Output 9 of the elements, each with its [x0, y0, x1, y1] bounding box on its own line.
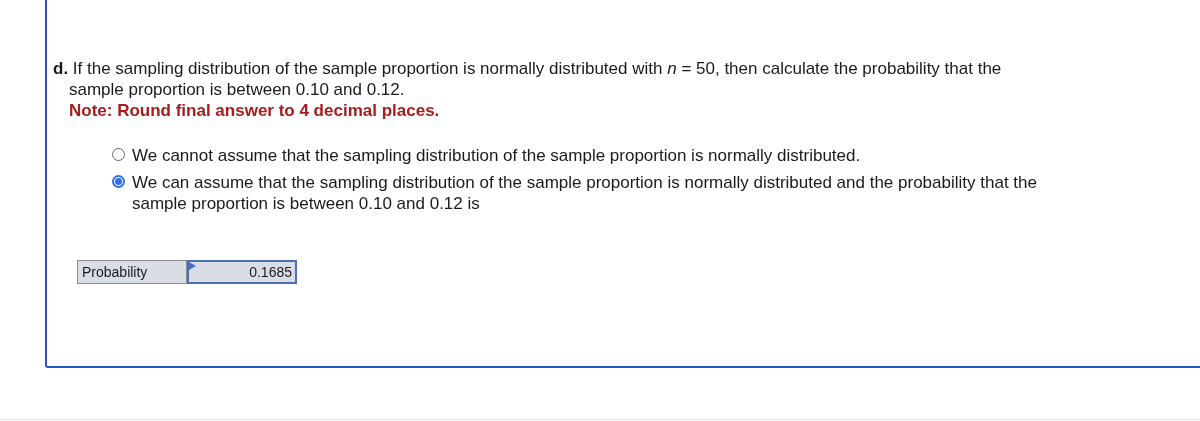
option-label: We cannot assume that the sampling distribution of the sample proportion is normally distributed. — [132, 145, 862, 166]
answer-field[interactable]: 0.1685 — [187, 260, 297, 284]
table-label-cell: Probability — [77, 260, 187, 284]
option-label: We can assume that the sampling distribution of the sample proportion is normally distributed and the probability that the sample proportion is between 0.10 and 0.12 is — [132, 172, 1038, 214]
question-text: d. If the sampling distribution of the sample proportion is normally distributed with n = 50, then calculate the probability that the sample proportion is between 0.10 and 0.12. — [53, 58, 1003, 100]
rounding-note: Note: Round final answer to 4 decimal places. — [69, 100, 441, 121]
radio-button[interactable] — [112, 148, 125, 161]
flag-icon — [189, 262, 196, 270]
radio-button[interactable] — [112, 175, 125, 188]
